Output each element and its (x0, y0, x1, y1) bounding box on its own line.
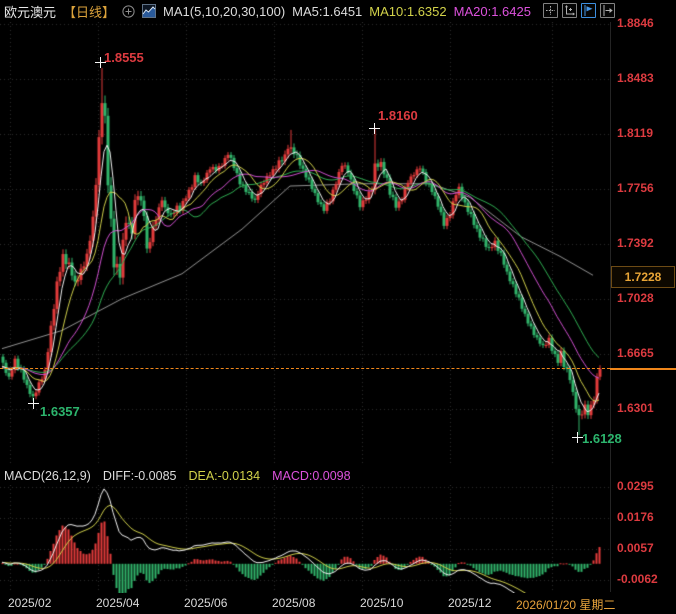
add-indicator-icon[interactable] (122, 4, 135, 18)
ma20-value: MA20:1.6425 (453, 3, 531, 19)
cross-marker-icon (28, 398, 39, 409)
timeframe-label[interactable]: 【日线】 (63, 2, 115, 21)
time-tick: 2025/12 (448, 596, 492, 610)
cross-marker-icon (572, 432, 583, 443)
symbol-name: 欧元澳元 (4, 4, 57, 20)
macd-tick: 0.0176 (617, 510, 654, 524)
macd-tick: 0.0295 (617, 479, 654, 493)
price-tick: 1.7028 (617, 291, 654, 305)
macd-tick: 0.0057 (617, 541, 654, 555)
cross-marker-icon (95, 57, 106, 68)
price-axis-highlight: 1.7228 (611, 266, 675, 288)
price-tick: 1.7756 (617, 181, 654, 195)
ma10-value: MA10:1.6352 (369, 3, 447, 19)
time-tick: 2025/08 (272, 596, 316, 610)
last-price-line (0, 368, 610, 369)
chart-type-icon[interactable] (142, 4, 157, 18)
axis-scale-icon[interactable] (562, 3, 577, 18)
pan-tool-icon[interactable] (543, 3, 558, 18)
time-tick: 2025/10 (360, 596, 404, 610)
time-tick: 2026/01/20 星期二 (516, 598, 616, 612)
price-tick: 1.8119 (617, 126, 654, 140)
ma-settings-label[interactable]: MA1(5,10,20,30,100) (163, 4, 285, 19)
last-price-line-axis (610, 368, 676, 370)
extreme-price-label: 1.6128 (582, 431, 622, 446)
export-icon[interactable] (600, 3, 615, 18)
macd-header: MACD(26,12,9) DIFF:-0.0085 DEA:-0.0134 M… (4, 469, 351, 483)
macd-title[interactable]: MACD(26,12,9) (4, 469, 91, 483)
macd-value: MACD:0.0098 (272, 469, 351, 483)
playback-icon[interactable] (581, 3, 596, 18)
macd-tick: -0.0062 (617, 572, 658, 586)
macd-diff-value: DIFF:-0.0085 (102, 469, 177, 483)
time-tick: 2025/04 (96, 596, 140, 610)
extreme-price-label: 1.6357 (40, 404, 80, 419)
price-tick: 1.6665 (617, 346, 654, 360)
time-tick: 2025/02 (8, 596, 52, 610)
extreme-price-label: 1.8160 (378, 108, 418, 123)
extreme-price-label: 1.8555 (104, 50, 144, 65)
price-tick: 1.7392 (617, 236, 654, 250)
axis-separator (610, 22, 611, 592)
time-tick: 2025/06 (184, 596, 228, 610)
price-tick: 1.8483 (617, 71, 654, 85)
chart-window: { "header": { "symbol": "欧元澳元", "period"… (0, 0, 676, 614)
price-tick: 1.6301 (617, 401, 654, 415)
macd-dea-value: DEA:-0.0134 (188, 469, 261, 483)
chart-toolbar (543, 3, 615, 18)
ma5-value: MA5:1.6451 (292, 3, 363, 19)
cross-marker-icon (369, 123, 380, 134)
macd-indicator-chart[interactable] (0, 485, 612, 593)
main-price-chart[interactable] (0, 22, 612, 465)
